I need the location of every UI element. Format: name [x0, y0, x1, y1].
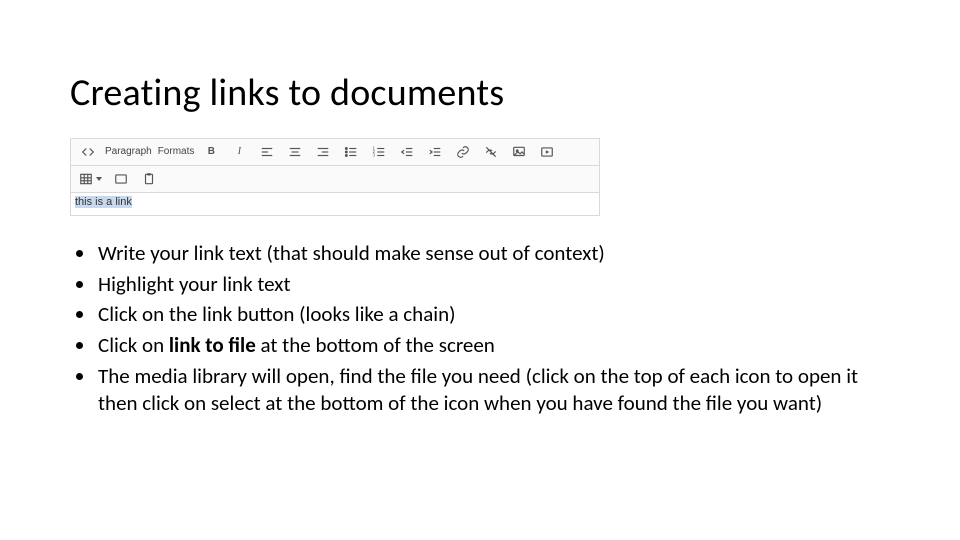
chevron-down-icon: [96, 177, 102, 181]
italic-icon[interactable]: I: [228, 143, 250, 161]
paragraph-dropdown-label: Paragraph: [105, 146, 152, 157]
panel-icon[interactable]: [110, 170, 132, 188]
editor-area[interactable]: this is a link: [70, 193, 600, 216]
media-icon[interactable]: [536, 143, 558, 161]
editor-toolbar-row-1: Paragraph Formats B I 123: [70, 138, 600, 166]
unlink-icon[interactable]: [480, 143, 502, 161]
image-icon[interactable]: [508, 143, 530, 161]
slide: Creating links to documents Paragraph Fo…: [0, 0, 960, 540]
list-item: Click on link to file at the bottom of t…: [96, 332, 890, 359]
list-item: The media library will open, find the fi…: [96, 363, 890, 417]
list-item: Highlight your link text: [96, 271, 890, 298]
editor-selected-text: this is a link: [75, 196, 132, 208]
page-title: Creating links to documents: [70, 72, 890, 116]
bold-icon[interactable]: B: [200, 143, 222, 161]
link-icon[interactable]: [452, 143, 474, 161]
outdent-icon[interactable]: [396, 143, 418, 161]
align-center-icon[interactable]: [284, 143, 306, 161]
list-item: Write your link text (that should make s…: [96, 240, 890, 267]
svg-text:3: 3: [373, 152, 376, 157]
editor-toolbar-row-2: [70, 166, 600, 193]
formats-dropdown-label: Formats: [158, 146, 195, 157]
source-icon[interactable]: [77, 143, 99, 161]
indent-icon[interactable]: [424, 143, 446, 161]
align-right-icon[interactable]: [312, 143, 334, 161]
paste-icon[interactable]: [138, 170, 160, 188]
bullet-list-icon[interactable]: [340, 143, 362, 161]
editor-screenshot: Paragraph Formats B I 123: [70, 138, 600, 216]
paragraph-dropdown[interactable]: Paragraph: [105, 146, 152, 157]
numbered-list-icon[interactable]: 123: [368, 143, 390, 161]
align-left-icon[interactable]: [256, 143, 278, 161]
instruction-list: Write your link text (that should make s…: [70, 240, 890, 417]
formats-dropdown[interactable]: Formats: [158, 146, 195, 157]
table-icon[interactable]: [77, 170, 104, 188]
list-item: Click on the link button (looks like a c…: [96, 301, 890, 328]
